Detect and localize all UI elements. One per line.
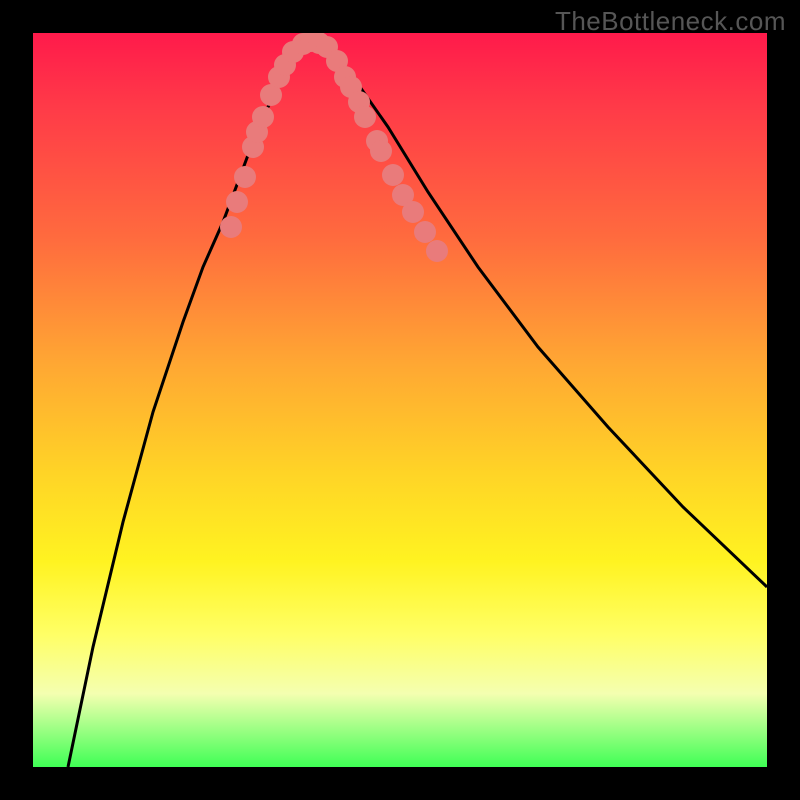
data-dot (414, 221, 436, 243)
chart-plot-area (33, 33, 767, 767)
data-dot (252, 106, 274, 128)
data-dot (382, 164, 404, 186)
chart-svg (33, 33, 767, 767)
data-dot (370, 140, 392, 162)
watermark-text: TheBottleneck.com (555, 6, 786, 37)
data-dot (426, 240, 448, 262)
data-dot (220, 216, 242, 238)
data-dot (226, 191, 248, 213)
data-dot (354, 106, 376, 128)
dot-cluster (220, 33, 448, 262)
right-curve (313, 39, 767, 587)
data-dot (402, 201, 424, 223)
data-dot (234, 166, 256, 188)
chart-frame: TheBottleneck.com (0, 0, 800, 800)
left-curve (68, 39, 313, 767)
